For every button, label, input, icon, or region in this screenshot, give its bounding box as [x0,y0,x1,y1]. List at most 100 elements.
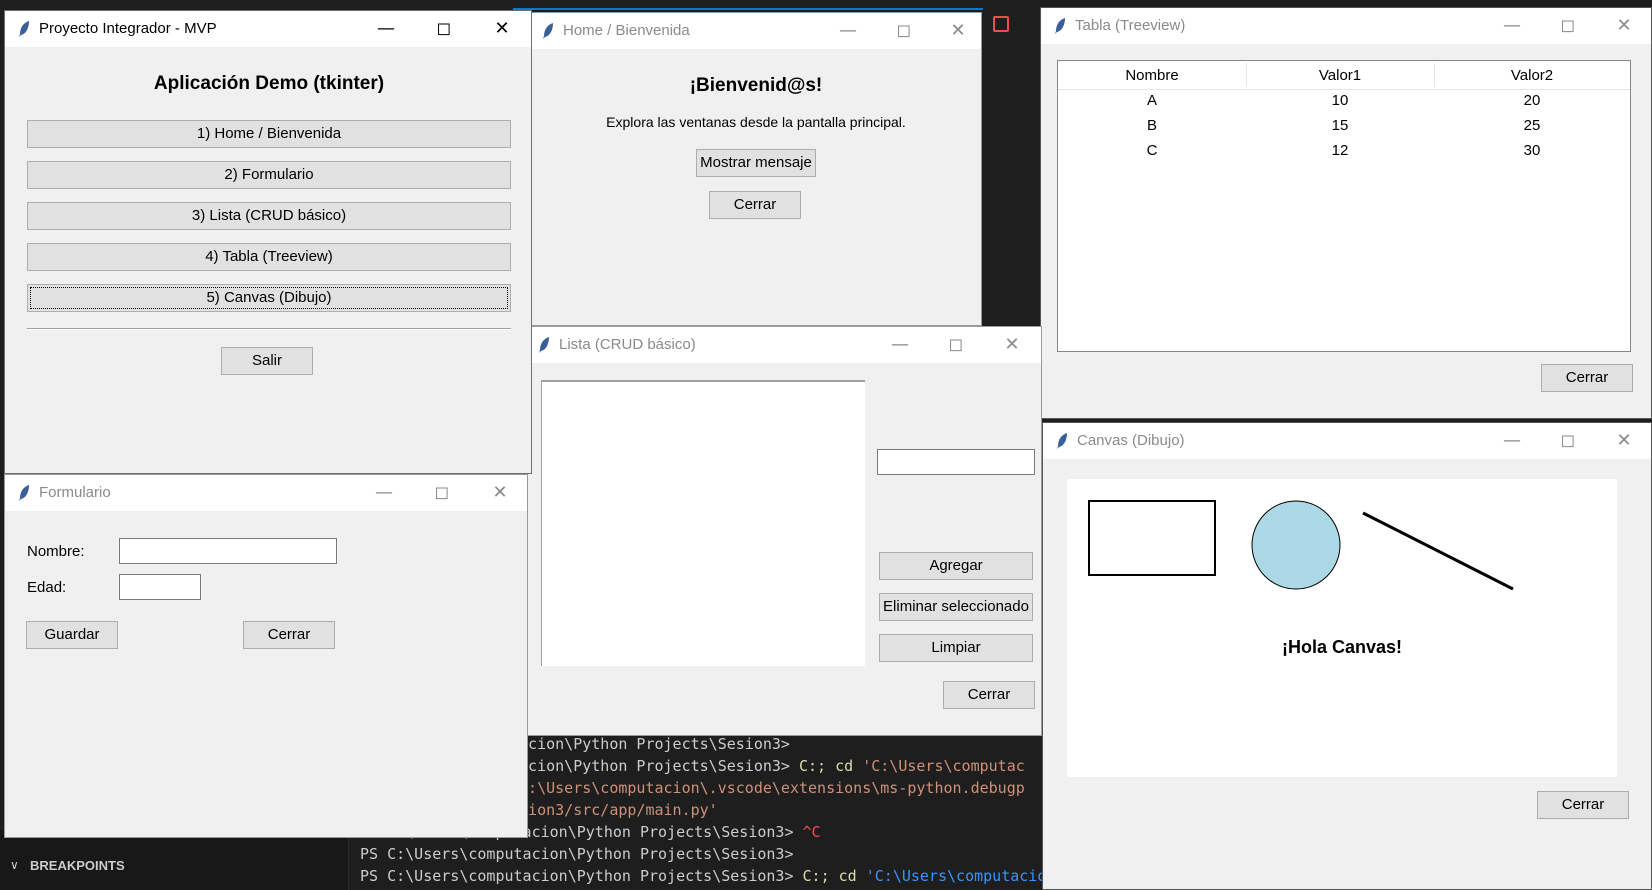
treeview[interactable]: Nombre Valor1 Valor2 A 10 20 B 15 25 C 1… [1057,60,1631,352]
terminal-line: esion3/src/app/main.py' [510,801,718,819]
breakpoints-label: BREAKPOINTS [30,858,125,873]
minimize-icon[interactable]: — [1489,8,1535,44]
close-button[interactable]: Cerrar [1537,791,1629,819]
terminal-line: tacion\Python Projects\Sesion3> C:; cd '… [510,757,1025,775]
name-label: Nombre: [27,543,85,560]
table-button[interactable]: 4) Tabla (Treeview) [27,243,511,271]
separator [27,328,511,330]
terminal-line: PS C:\Users\computacion\Python Projects\… [360,845,794,863]
window-title: Proyecto Integrador - MVP [39,20,217,37]
treeview-header: Nombre Valor1 Valor2 [1058,61,1630,90]
table-cell: B [1146,117,1157,134]
item-input[interactable] [877,449,1035,475]
window-title: Home / Bienvenida [563,22,690,39]
delete-selected-button[interactable]: Eliminar seleccionado [879,593,1033,621]
table-cell: 10 [1331,92,1349,109]
list-button[interactable]: 3) Lista (CRUD básico) [27,202,511,230]
main-window[interactable]: Proyecto Integrador - MVP — ◻ ✕ Aplicaci… [4,10,532,474]
canvas-line [1362,511,1514,591]
maximize-icon[interactable]: ◻ [421,11,467,47]
save-button[interactable]: Guardar [26,621,118,649]
minimize-icon[interactable]: — [361,475,407,511]
table-cell: 30 [1523,142,1541,159]
close-icon[interactable]: ✕ [935,13,981,49]
close-icon[interactable]: ✕ [479,11,525,47]
close-icon[interactable]: ✕ [1601,423,1647,459]
home-window[interactable]: Home / Bienvenida — ◻ ✕ ¡Bienvenid@s! Ex… [528,12,982,326]
close-button[interactable]: Cerrar [943,681,1035,709]
canvas-window[interactable]: Canvas (Dibujo) — ◻ ✕ ¡Hola Canvas! Cerr… [1042,422,1652,890]
table-row[interactable]: C 12 30 [1058,142,1630,166]
window-title: Tabla (Treeview) [1075,17,1186,34]
form-window[interactable]: Formulario — ◻ ✕ Nombre: Edad: Guardar C… [4,474,528,838]
tk-feather-icon [1055,18,1065,34]
table-cell: 25 [1523,117,1541,134]
clear-button[interactable]: Limpiar [879,634,1033,662]
close-button[interactable]: Cerrar [1541,364,1633,392]
items-listbox[interactable] [541,380,865,666]
table-titlebar[interactable]: Tabla (Treeview) — ◻ ✕ [1041,8,1651,44]
maximize-icon[interactable]: ◻ [1545,8,1591,44]
close-icon[interactable]: ✕ [477,475,523,511]
drawing-canvas[interactable]: ¡Hola Canvas! [1067,479,1617,777]
close-icon[interactable]: ✕ [1601,8,1647,44]
canvas-rectangle [1088,500,1216,576]
window-title: Canvas (Dibujo) [1077,432,1185,449]
list-titlebar[interactable]: Lista (CRUD básico) — ◻ ✕ [525,327,1041,363]
table-row[interactable]: B 15 25 [1058,117,1630,141]
tk-feather-icon [539,337,549,353]
age-field[interactable] [119,574,201,600]
table-cell: C [1146,142,1158,159]
table-cell: 12 [1331,142,1349,159]
canvas-drawing [1088,500,1514,591]
tk-feather-icon [543,23,553,39]
column-header[interactable]: Valor1 [1246,67,1434,84]
minimize-icon[interactable]: — [1489,423,1535,459]
maximize-icon[interactable]: ◻ [419,475,465,511]
age-label: Edad: [27,579,67,596]
table-cell: 20 [1523,92,1541,109]
name-field[interactable] [119,538,337,564]
minimize-icon[interactable]: — [363,11,409,47]
close-button[interactable]: Cerrar [709,191,801,219]
form-button[interactable]: 2) Formulario [27,161,511,189]
minimize-icon[interactable]: — [877,327,923,363]
terminal-line: tacion\Python Projects\Sesion3> [510,735,790,753]
app-heading: Aplicación Demo (tkinter) [153,73,385,94]
tk-feather-icon [19,485,29,501]
canvas-titlebar[interactable]: Canvas (Dibujo) — ◻ ✕ [1043,423,1651,459]
column-header[interactable]: Valor2 [1434,67,1630,84]
table-cell: 15 [1331,117,1349,134]
canvas-button[interactable]: 5) Canvas (Dibujo) [27,284,511,312]
close-icon[interactable]: ✕ [989,327,1035,363]
list-window[interactable]: Lista (CRUD básico) — ◻ ✕ Agregar Elimin… [524,326,1042,736]
close-button[interactable]: Cerrar [243,621,335,649]
main-titlebar[interactable]: Proyecto Integrador - MVP — ◻ ✕ [5,11,531,47]
welcome-text: Explora las ventanas desde la pantalla p… [606,114,906,130]
table-row[interactable]: A 10 20 [1058,92,1630,116]
stop-debug-icon[interactable] [993,16,1009,32]
exit-button[interactable]: Salir [221,347,313,375]
add-button[interactable]: Agregar [879,552,1033,580]
terminal-line: 'c:\Users\computacion\.vscode\extensions… [510,779,1025,797]
maximize-icon[interactable]: ◻ [881,13,927,49]
chevron-down-icon: ∨ [10,858,19,872]
maximize-icon[interactable]: ◻ [1545,423,1591,459]
show-message-button[interactable]: Mostrar mensaje [696,149,816,177]
table-window[interactable]: Tabla (Treeview) — ◻ ✕ Nombre Valor1 Val… [1040,7,1652,419]
window-title: Formulario [39,484,111,501]
vscode-tab-accent [513,8,983,10]
maximize-icon[interactable]: ◻ [933,327,979,363]
canvas-circle [1251,500,1341,590]
home-titlebar[interactable]: Home / Bienvenida — ◻ ✕ [529,13,981,49]
minimize-icon[interactable]: — [825,13,871,49]
window-title: Lista (CRUD básico) [559,336,696,353]
form-titlebar[interactable]: Formulario — ◻ ✕ [5,475,527,511]
column-header[interactable]: Nombre [1058,67,1246,84]
welcome-heading: ¡Bienvenid@s! [689,75,823,96]
home-button[interactable]: 1) Home / Bienvenida [27,120,511,148]
canvas-text: ¡Hola Canvas! [1281,637,1403,657]
table-cell: A [1146,92,1157,109]
tk-feather-icon [1057,433,1067,449]
tk-feather-icon [19,21,29,37]
